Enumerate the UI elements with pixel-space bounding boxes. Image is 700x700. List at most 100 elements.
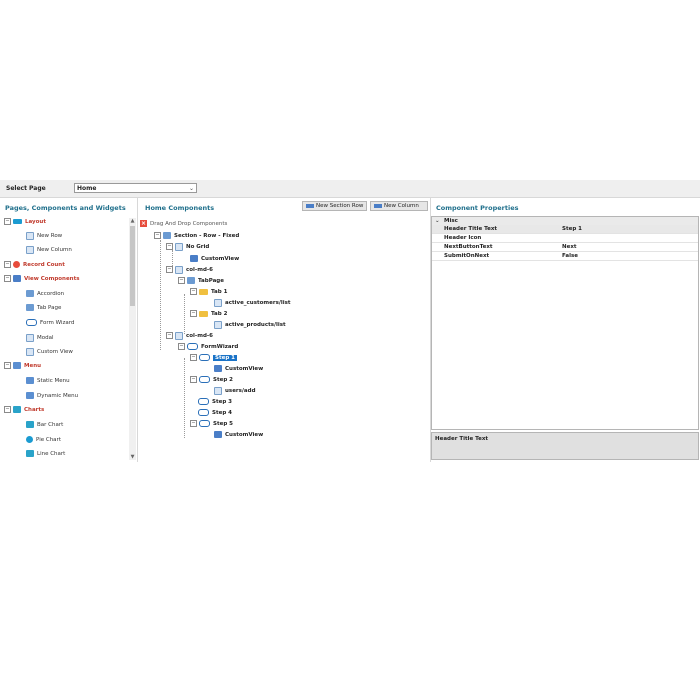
palette-item-charts[interactable]: − Charts [4, 405, 44, 415]
tree-node[interactable]: − No Grid [166, 242, 209, 252]
app-window: Select Page Home ⌄ Pages, Components and… [0, 180, 700, 462]
palette-item-new-row[interactable]: New Row [26, 231, 62, 241]
close-icon[interactable]: × [140, 220, 147, 227]
chevron-down-icon[interactable]: ⌄ [435, 217, 440, 225]
property-value[interactable]: Next [562, 243, 577, 251]
tree-node-label: Tab 1 [211, 289, 228, 295]
tree-node[interactable]: active_customers/list [214, 298, 291, 308]
palette-item-custom-view[interactable]: Custom View [26, 347, 73, 357]
folder-icon [199, 310, 208, 317]
collapse-icon[interactable]: − [4, 261, 11, 268]
tree-node-label: col-md-6 [186, 267, 213, 273]
tree-node[interactable]: CustomView [214, 430, 263, 440]
dynamic-menu-icon [26, 392, 34, 399]
tree-node-selected[interactable]: − Step 1 [190, 353, 237, 363]
palette-item-record-count[interactable]: − Record Count [4, 260, 65, 270]
list-view-icon [214, 320, 222, 329]
collapse-icon[interactable]: − [166, 266, 173, 273]
palette-item-dynamic-menu[interactable]: Dynamic Menu [26, 391, 78, 401]
collapse-icon[interactable]: − [190, 376, 197, 383]
folder-icon [199, 288, 208, 295]
drag-drop-label: Drag And Drop Components [150, 221, 228, 227]
tree-node-label: Step 4 [212, 410, 232, 416]
button-label: New Section Row [316, 203, 364, 209]
property-row[interactable]: SubmitOnNext False [432, 252, 698, 261]
tree-node[interactable]: Step 4 [198, 408, 232, 418]
scroll-down-icon[interactable]: ▼ [129, 454, 136, 460]
new-column-icon [26, 245, 34, 254]
palette-item-accordion[interactable]: Accordion [26, 289, 64, 299]
palette-item-pie-chart[interactable]: Pie Chart [26, 435, 61, 445]
palette-item-label: New Row [37, 233, 63, 239]
palette-item-label: Menu [24, 363, 42, 369]
grid-icon [175, 242, 183, 251]
collapse-icon[interactable]: − [178, 277, 185, 284]
tree-node[interactable]: CustomView [190, 254, 239, 264]
palette-item-label: Record Count [23, 262, 65, 268]
collapse-icon[interactable]: − [4, 218, 11, 225]
palette-item-label: Line Chart [37, 451, 66, 457]
collapse-icon[interactable]: − [4, 406, 11, 413]
collapse-icon[interactable]: − [4, 275, 11, 282]
collapse-icon[interactable]: − [190, 310, 197, 317]
new-section-row-button[interactable]: New Section Row [302, 201, 367, 211]
property-row[interactable]: Header Title Text Step 1 [432, 225, 698, 234]
palette-item-menu[interactable]: − Menu [4, 361, 41, 371]
tree-node[interactable]: − Tab 2 [190, 309, 227, 319]
property-key: Header Icon [444, 235, 482, 241]
property-key: NextButtonText [444, 244, 493, 250]
palette-item-form-wizard[interactable]: Form Wizard [26, 318, 74, 328]
collapse-icon[interactable]: − [190, 288, 197, 295]
palette-item-bar-chart[interactable]: Bar Chart [26, 420, 63, 430]
palette-item-static-menu[interactable]: Static Menu [26, 376, 70, 386]
tree-node-label: users/add [225, 388, 256, 394]
tree-node[interactable]: CustomView [214, 364, 263, 374]
palette-scrollbar[interactable]: ▲ ▼ [129, 218, 136, 460]
scrollbar-thumb[interactable] [130, 226, 135, 306]
tree-node[interactable]: active_products/list [214, 320, 286, 330]
collapse-icon[interactable]: − [190, 420, 197, 427]
property-group-misc[interactable]: ⌄ Misc [432, 217, 698, 225]
palette-item-modal[interactable]: Modal [26, 333, 54, 343]
palette-item-label: Dynamic Menu [37, 393, 79, 399]
palette-item-layout[interactable]: − Layout [4, 217, 46, 227]
scroll-up-icon[interactable]: ▲ [129, 218, 136, 224]
collapse-icon[interactable]: − [166, 332, 173, 339]
chevron-down-icon[interactable]: ⌄ [189, 185, 194, 192]
palette-item-tab-page[interactable]: Tab Page [26, 303, 61, 313]
tree-node[interactable]: Step 3 [198, 397, 232, 407]
collapse-icon[interactable]: − [178, 343, 185, 350]
page-select[interactable]: Home ⌄ [74, 183, 197, 193]
modal-icon [26, 333, 34, 342]
tree-node[interactable]: − Section - Row - Fixed [154, 231, 239, 241]
tree-node[interactable]: − Step 2 [190, 375, 233, 385]
tab-page-icon [187, 277, 195, 284]
static-menu-icon [26, 377, 34, 384]
step-icon [199, 376, 210, 383]
drag-drop-root[interactable]: × Drag And Drop Components [140, 219, 227, 229]
property-group-label: Misc [444, 218, 458, 224]
tree-node-label: Step 5 [213, 421, 233, 427]
palette-item-line-chart[interactable]: Line Chart [26, 449, 65, 459]
tab-page-icon [26, 304, 34, 311]
property-row[interactable]: NextButtonText Next [432, 243, 698, 252]
property-row[interactable]: Header Icon [432, 234, 698, 243]
new-column-button[interactable]: New Column [370, 201, 428, 211]
tree-node[interactable]: − col-md-6 [166, 265, 213, 275]
tree-node[interactable]: − Step 5 [190, 419, 233, 429]
collapse-icon[interactable]: − [4, 362, 11, 369]
palette-item-view-components[interactable]: − View Components [4, 274, 80, 284]
tree-node[interactable]: − TabPage [178, 276, 224, 286]
property-value[interactable]: False [562, 252, 578, 260]
collapse-icon[interactable]: − [190, 354, 197, 361]
tree-node[interactable]: − FormWizard [178, 342, 238, 352]
palette-item-new-column[interactable]: New Column [26, 245, 72, 255]
form-wizard-icon [26, 319, 37, 326]
collapse-icon[interactable]: − [166, 243, 173, 250]
collapse-icon[interactable]: − [154, 232, 161, 239]
tree-node[interactable]: − col-md-6 [166, 331, 213, 341]
tree-node[interactable]: − Tab 1 [190, 287, 227, 297]
property-value[interactable]: Step 1 [562, 225, 582, 233]
tree-node[interactable]: users/add [214, 386, 256, 396]
menu-icon [13, 362, 21, 369]
